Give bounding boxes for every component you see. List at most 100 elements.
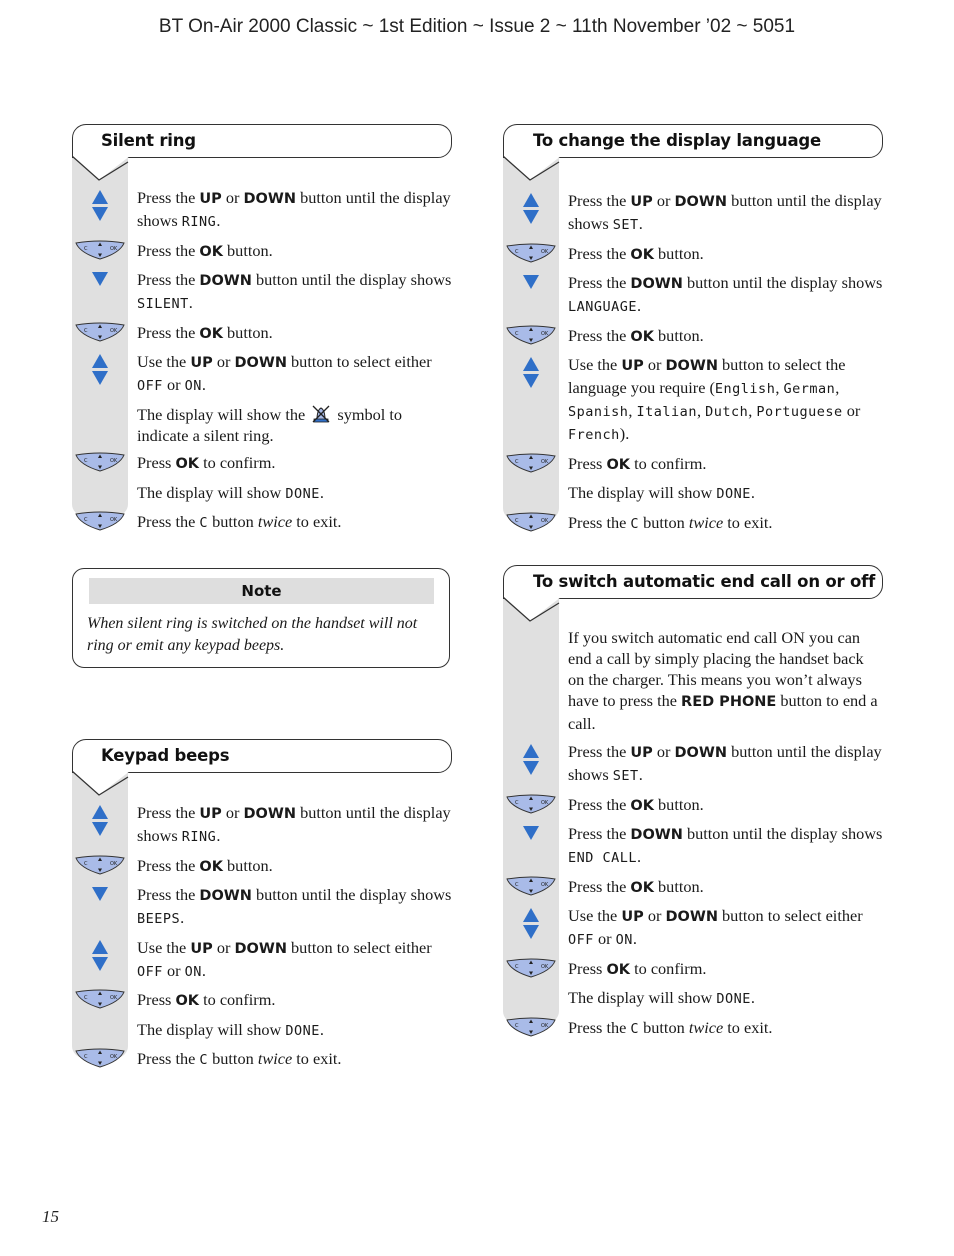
note-heading: Note	[89, 578, 434, 604]
step-text: Press the	[568, 191, 631, 210]
step-content: Press the UP or DOWN button until the di…	[568, 191, 882, 233]
up-down-arrows-icon	[72, 351, 128, 385]
button-name: DOWN	[674, 194, 728, 210]
step-content: Use the UP or DOWN button to select eith…	[137, 938, 432, 980]
button-name: DOWN	[630, 276, 683, 292]
section-title: To change the display language	[533, 131, 821, 150]
svg-text:C: C	[515, 331, 519, 337]
svg-text:C: C	[515, 1023, 519, 1029]
step-text: ,	[696, 401, 706, 420]
step-item: Use the UP or DOWN button to select the …	[523, 354, 883, 446]
svg-text:OK: OK	[110, 995, 118, 1001]
step-text: ).	[619, 424, 630, 443]
up-down-arrows-icon	[72, 802, 128, 836]
button-name: OK	[199, 243, 223, 260]
c-ok-navigation-button-icon: C OK	[503, 958, 559, 978]
step-text: or	[643, 355, 666, 374]
section-title-box: Silent ring	[71, 124, 452, 181]
svg-text:OK: OK	[110, 861, 118, 867]
svg-text:OK: OK	[541, 249, 549, 255]
button-name: OK	[175, 456, 200, 472]
svg-text:C: C	[84, 861, 88, 867]
svg-text:C: C	[515, 800, 519, 806]
step-text: .	[201, 960, 206, 980]
note-body: When silent ring is switched on the hand…	[87, 615, 418, 654]
down-arrow-icon	[72, 269, 128, 286]
step-text: Press the	[137, 188, 200, 207]
step-text: button.	[653, 794, 704, 814]
step-text: Press the	[568, 824, 631, 843]
step-list: Press the UP or DOWN button until the di…	[72, 158, 452, 534]
step-item: C OK Press OK to confirm.	[506, 453, 883, 476]
step-content: Press OK to confirm.	[568, 454, 706, 473]
step-text: button until the display shows	[682, 273, 883, 292]
down-arrow-icon	[72, 884, 128, 901]
section-title: To switch automatic end call on or off	[533, 572, 876, 591]
step-text: .	[216, 211, 221, 230]
step-text: button	[639, 512, 689, 532]
up-down-arrows-icon	[503, 905, 559, 939]
section-title-box: To change the display language	[502, 124, 883, 181]
step-content: Press the UP or DOWN button until the di…	[137, 188, 451, 230]
c-ok-navigation-button-icon: C OK	[72, 855, 128, 875]
step-text: or	[162, 375, 185, 394]
step-list: Press the UP or DOWN button until the di…	[72, 773, 452, 1071]
button-name: DOWN	[665, 909, 718, 925]
svg-text:OK: OK	[541, 800, 549, 806]
step-text: Press the	[137, 322, 200, 342]
button-name: OK	[630, 246, 654, 263]
lcd-display-text: ON	[615, 932, 633, 948]
lcd-display-text: RING	[181, 829, 217, 845]
svg-text:C: C	[84, 1054, 88, 1060]
step-content: Press the OK button.	[137, 241, 273, 260]
step-content: The display will show the symbol to indi…	[137, 405, 402, 445]
svg-text:C: C	[84, 328, 88, 334]
svg-text:C: C	[84, 246, 88, 252]
step-list: Press the UP or DOWN button until the di…	[503, 158, 883, 535]
step-content: Press the OK button.	[137, 323, 273, 342]
step-item: The display will show DONE.	[568, 987, 883, 1010]
c-ok-navigation-button-icon: C OK	[503, 243, 559, 263]
step-text: button to select either	[286, 352, 432, 371]
section-silent-ring: Silent ring Press the UP or DOWN button …	[71, 124, 452, 541]
svg-text:C: C	[84, 517, 88, 523]
step-content: The display will show DONE.	[137, 1020, 324, 1039]
lcd-display-text: C	[199, 515, 209, 531]
button-name: DOWN	[674, 745, 728, 761]
button-name: UP	[630, 194, 653, 210]
section-end-call: To switch automatic end call on or off I…	[502, 565, 883, 1046]
step-content: Press OK to confirm.	[137, 453, 275, 472]
lcd-display-text: OFF	[568, 932, 594, 948]
button-name: OK	[630, 879, 654, 896]
step-text: button	[208, 1049, 258, 1068]
step-content: Press the OK button.	[568, 244, 704, 263]
step-text: .	[319, 482, 324, 502]
c-ok-navigation-button-icon: C OK	[503, 453, 559, 473]
c-ok-navigation-button-icon: C OK	[72, 452, 128, 472]
step-text: button until the display shows	[251, 885, 452, 904]
svg-text:C: C	[515, 518, 519, 524]
emphasis-text: twice	[688, 512, 724, 532]
step-text: or	[652, 191, 675, 210]
svg-text:OK: OK	[541, 459, 549, 465]
svg-text:OK: OK	[110, 246, 118, 252]
step-text: .	[638, 765, 643, 784]
step-text: .	[638, 214, 643, 233]
button-name: OK	[606, 961, 631, 978]
button-name: UP	[199, 191, 222, 207]
step-text: Press the	[568, 794, 631, 814]
silent-ring-bell-icon	[309, 405, 333, 424]
step-content: Press the UP or DOWN button until the di…	[137, 803, 451, 845]
step-text: The display will show	[137, 1019, 286, 1039]
step-text: button until the display shows	[251, 270, 452, 289]
step-text: button to select either	[286, 937, 432, 957]
step-item: Press the DOWN button until the display …	[523, 272, 883, 318]
button-name: OK	[199, 325, 223, 342]
lcd-display-text: OFF	[137, 963, 163, 980]
step-content: Use the UP or DOWN button to select eith…	[568, 906, 863, 948]
step-text: Press the	[137, 270, 200, 289]
c-ok-navigation-button-icon: C OK	[72, 1048, 128, 1068]
svg-text:OK: OK	[110, 1054, 118, 1060]
step-text: ,	[628, 401, 637, 420]
step-text: to exit.	[292, 1049, 342, 1068]
